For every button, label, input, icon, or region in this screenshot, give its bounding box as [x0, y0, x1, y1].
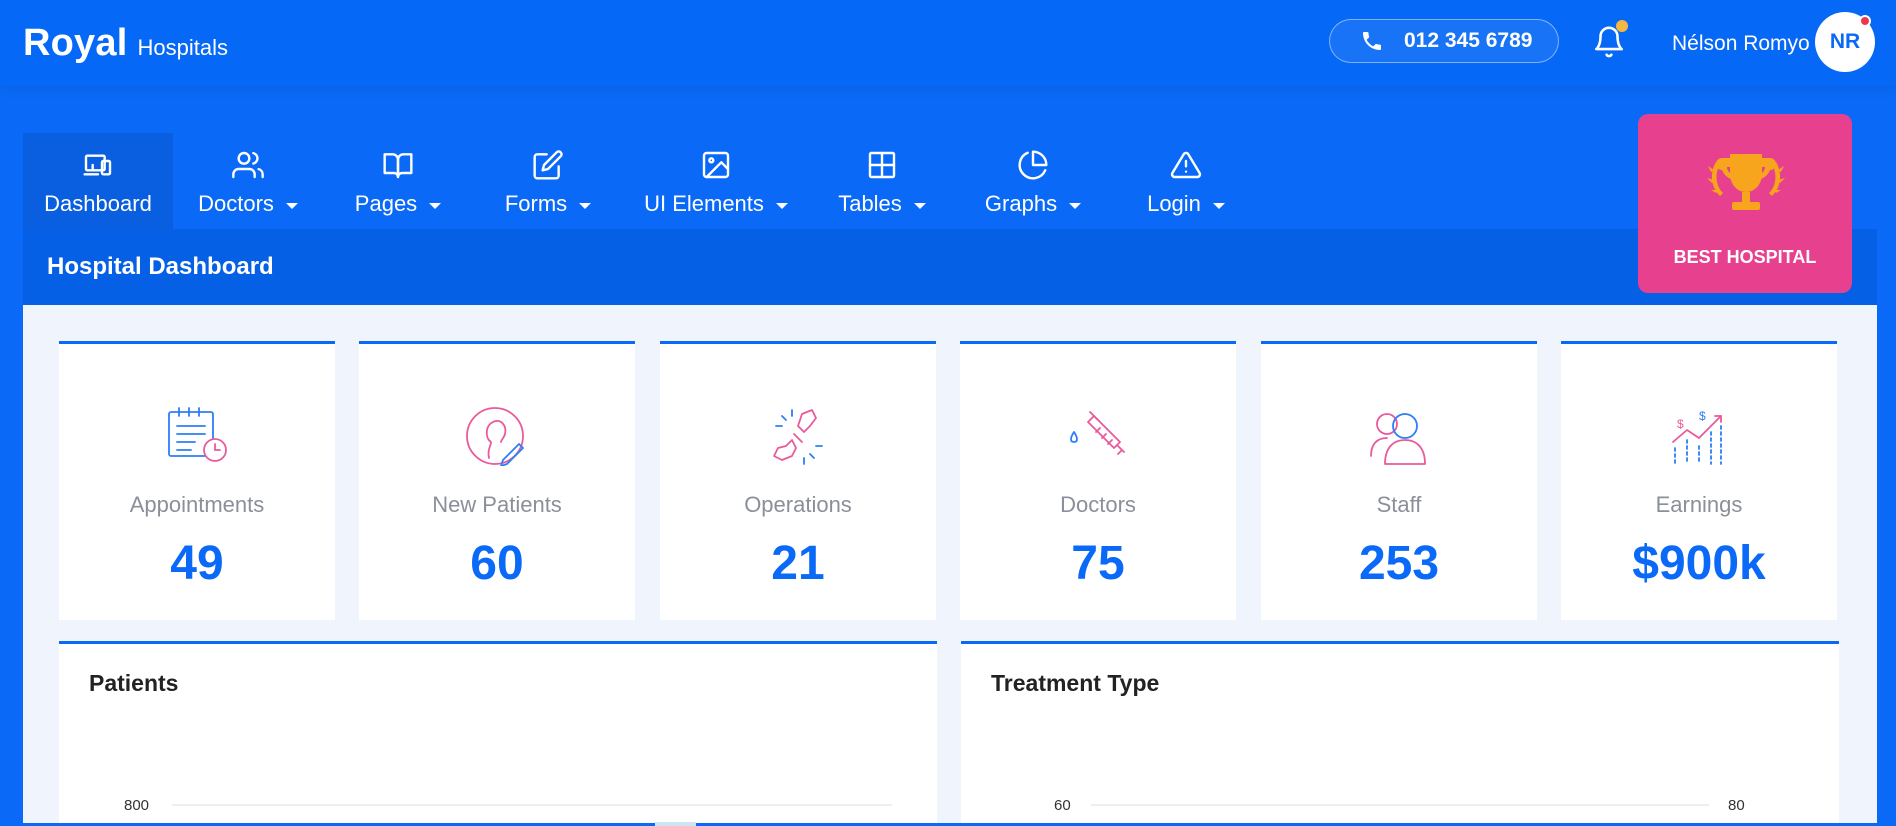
- treatment-chart: 60 80: [1054, 797, 1745, 814]
- chevron-down-icon: [285, 202, 298, 209]
- nav-label: Graphs: [984, 191, 1058, 216]
- stat-value: 60: [470, 537, 524, 590]
- avatar-status-dot: [1859, 15, 1871, 27]
- staff-icon: [1370, 413, 1426, 465]
- page-header-band: Hospital Dashboard: [23, 229, 1877, 305]
- brand-name: Royal: [23, 22, 128, 64]
- stat-label: Appointments: [129, 492, 265, 517]
- chevron-down-icon: [579, 202, 592, 209]
- alert-triangle-icon: [1170, 151, 1202, 179]
- nav-forms[interactable]: Forms: [473, 133, 623, 229]
- stat-value: 75: [1071, 537, 1125, 590]
- stat-value: 21: [771, 537, 825, 590]
- notification-dot: [1616, 20, 1628, 32]
- stat-label: Doctors: [1060, 492, 1136, 517]
- image-icon: [702, 151, 730, 179]
- patients-chart: 800: [124, 797, 892, 826]
- devices-icon: [83, 154, 112, 176]
- treatment-chart-card: Treatment Type 60 80: [961, 641, 1839, 823]
- stat-label: New Patients: [432, 492, 562, 517]
- stat-card-operations[interactable]: Operations 21: [660, 341, 936, 620]
- svg-text:$: $: [1699, 409, 1706, 423]
- pie-chart-icon: [1018, 150, 1048, 180]
- stat-card-doctors[interactable]: Doctors 75: [960, 341, 1236, 620]
- stat-card-earnings[interactable]: $ $ Earnings $900k: [1561, 341, 1837, 620]
- main-nav: Dashboard Doctors Pages Forms UI Element…: [23, 133, 1261, 229]
- users-icon: [232, 151, 264, 179]
- phone-button[interactable]: 012 345 6789: [1329, 19, 1559, 63]
- calendar-clock-icon: [168, 407, 227, 462]
- nav-label: Login: [1147, 191, 1201, 216]
- nav-label: Pages: [354, 191, 418, 216]
- y-tick-label-left: 60: [1054, 797, 1071, 814]
- nav-doctors[interactable]: Doctors: [173, 133, 323, 229]
- nav-ui-elements[interactable]: UI Elements: [623, 133, 809, 229]
- chevron-down-icon: [1069, 202, 1082, 209]
- stat-value: 253: [1358, 537, 1440, 590]
- phone-icon: [1363, 32, 1381, 50]
- patient-icon: [466, 407, 524, 466]
- stat-card-staff[interactable]: Staff 253: [1261, 341, 1537, 620]
- nav-login[interactable]: Login: [1111, 133, 1261, 229]
- nav-label: Forms: [504, 191, 568, 216]
- brand-logo[interactable]: Royal Hospitals: [23, 22, 228, 65]
- brand-suffix: Hospitals: [137, 35, 228, 60]
- svg-text:$: $: [1677, 417, 1684, 431]
- patients-chart-card: Patients 800: [59, 641, 937, 826]
- nav-label: Doctors: [198, 191, 274, 216]
- y-tick-label-right: 80: [1728, 797, 1745, 814]
- nav-label: Tables: [838, 191, 902, 216]
- trophy-icon: [1707, 154, 1785, 210]
- stat-label: Earnings: [1655, 492, 1743, 517]
- grid-icon: [868, 151, 896, 179]
- stat-card-new-patients[interactable]: New Patients 60: [359, 341, 635, 620]
- nav-graphs[interactable]: Graphs: [955, 133, 1111, 229]
- chevron-down-icon: [1212, 202, 1225, 209]
- phone-number: 012 345 6789: [1404, 29, 1533, 52]
- nav-label: UI Elements: [644, 191, 764, 216]
- stat-value: 49: [170, 537, 224, 590]
- edit-icon: [533, 150, 563, 180]
- chevron-down-icon: [913, 202, 926, 209]
- chevron-down-icon: [775, 202, 788, 209]
- top-header: Royal Hospitals 012 345 6789 Nélson Romyo…: [0, 0, 1896, 86]
- nav-dashboard[interactable]: Dashboard: [23, 133, 173, 229]
- nav-tables[interactable]: Tables: [809, 133, 955, 229]
- y-tick-label: 800: [124, 797, 149, 814]
- stat-label: Staff: [1376, 492, 1422, 517]
- badge-label: BEST HOSPITAL: [1673, 247, 1817, 267]
- user-name[interactable]: Nélson Romyo: [1672, 32, 1810, 56]
- syringe-icon: [1070, 411, 1125, 455]
- nav-pages[interactable]: Pages: [323, 133, 473, 229]
- best-hospital-badge[interactable]: BEST HOSPITAL: [1638, 114, 1852, 293]
- stat-label: Operations: [744, 492, 852, 517]
- stat-card-appointments[interactable]: Appointments 49: [59, 341, 335, 620]
- page-title: Hospital Dashboard: [47, 253, 274, 280]
- bandage-icon: [773, 409, 823, 465]
- book-icon: [383, 153, 413, 179]
- nav-label: Dashboard: [44, 191, 152, 216]
- earnings-icon: $ $: [1672, 409, 1722, 465]
- stat-value: $900k: [1632, 537, 1766, 590]
- chevron-down-icon: [429, 202, 442, 209]
